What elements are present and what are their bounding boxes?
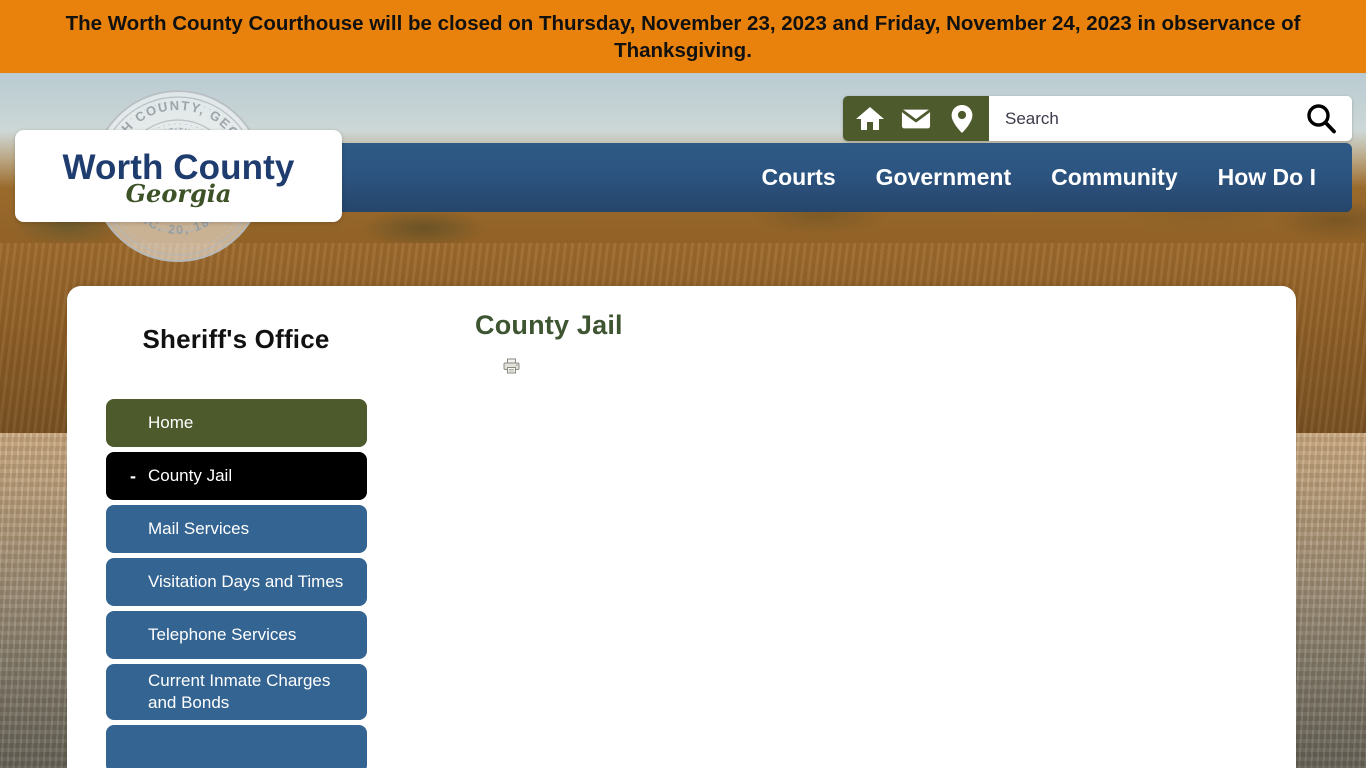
- nav-item-community[interactable]: Community: [1031, 164, 1198, 191]
- page-root: The Worth County Courthouse will be clos…: [0, 0, 1366, 768]
- sidebar-item-current-inmate-charges-and-bonds[interactable]: Current Inmate Charges and Bonds: [106, 664, 367, 720]
- sidebar-title: Sheriff's Office: [142, 324, 330, 354]
- utility-bar: [843, 96, 1352, 141]
- nav-item-government[interactable]: Government: [856, 164, 1031, 191]
- sidebar-item-county-jail[interactable]: - County Jail: [106, 452, 367, 500]
- search-input[interactable]: [1005, 108, 1302, 129]
- nav-item-how-do-i[interactable]: How Do I: [1198, 164, 1330, 191]
- sidebar-item-visitation-days-and-times[interactable]: Visitation Days and Times: [106, 558, 367, 606]
- sidebar-item-label: Home: [148, 413, 194, 432]
- printer-icon: [503, 358, 520, 374]
- sidebar-item-next[interactable]: [106, 725, 367, 768]
- main-navigation: Courts Government Community How Do I: [342, 143, 1352, 212]
- quick-link-icons: [843, 96, 989, 141]
- logo-subtitle: Georgia: [125, 178, 232, 208]
- sidebar-item-label: County Jail: [148, 466, 233, 485]
- sidebar-item-label: Mail Services: [148, 519, 250, 538]
- alert-message: The Worth County Courthouse will be clos…: [65, 11, 1301, 62]
- nav-item-courts[interactable]: Courts: [742, 164, 856, 191]
- sidebar-item-label: Visitation Days and Times: [148, 572, 344, 591]
- sidebar-menu: Home - County Jail Mail Services Visitat…: [67, 399, 405, 768]
- sidebar-item-label: Telephone Services: [148, 625, 297, 644]
- sidebar-item-home[interactable]: Home: [106, 399, 367, 447]
- envelope-icon[interactable]: [901, 104, 931, 134]
- sidebar-item-mail-services[interactable]: Mail Services: [106, 505, 367, 553]
- site-logo[interactable]: Worth County Georgia: [15, 130, 342, 222]
- collapse-toggle-icon[interactable]: -: [130, 467, 136, 485]
- print-button[interactable]: [503, 358, 520, 374]
- sidebar-item-telephone-services[interactable]: Telephone Services: [106, 611, 367, 659]
- search-bar: [989, 96, 1352, 141]
- page-title: County Jail: [475, 310, 623, 340]
- alert-banner: The Worth County Courthouse will be clos…: [0, 0, 1366, 73]
- sidebar-item-label: Current Inmate Charges and Bonds: [148, 671, 331, 712]
- map-pin-icon[interactable]: [947, 104, 977, 134]
- department-sidebar: Sheriff's Office Home - County Jail Mail…: [67, 286, 405, 768]
- search-button[interactable]: [1302, 102, 1340, 136]
- print-row: [475, 358, 1266, 379]
- search-icon: [1307, 103, 1336, 133]
- home-icon[interactable]: [855, 104, 885, 134]
- content-card: Sheriff's Office Home - County Jail Mail…: [67, 286, 1296, 768]
- main-content: County Jail: [405, 286, 1296, 768]
